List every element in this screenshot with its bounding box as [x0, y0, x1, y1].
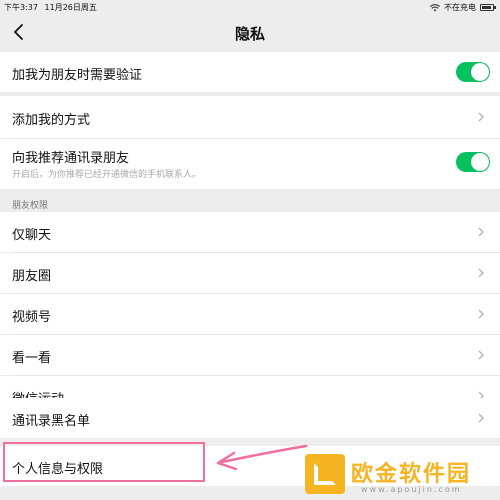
- chevron-right-icon: [478, 112, 484, 122]
- row-add-verify-label: 加我为朋友时需要验证: [12, 68, 143, 83]
- row-top-stories[interactable]: 看一看: [0, 335, 500, 375]
- row-add-verify[interactable]: 加我为朋友时需要验证: [0, 52, 500, 92]
- row-chat-only[interactable]: 仅聊天: [0, 212, 500, 252]
- chevron-right-icon: [478, 413, 484, 423]
- row-recommend-label: 向我推荐通讯录朋友: [12, 151, 130, 166]
- chevron-right-icon: [478, 309, 484, 319]
- row-blacklist-label: 通讯录黑名单: [12, 414, 91, 429]
- row-chat-only-label: 仅聊天: [12, 228, 52, 243]
- row-add-method[interactable]: 添加我的方式: [0, 96, 500, 138]
- watermark-logo-icon: [305, 454, 345, 494]
- page-title: 隐私: [234, 25, 265, 43]
- row-moments-label: 朋友圈: [12, 269, 52, 284]
- status-time: 下午3:37: [4, 3, 38, 12]
- row-blacklist[interactable]: 通讯录黑名单: [0, 398, 500, 438]
- section-header-friend-permissions: 朋友权限: [12, 201, 49, 211]
- row-add-method-label: 添加我的方式: [12, 113, 91, 128]
- nav-bar: 隐私: [0, 14, 500, 50]
- row-channels-label: 视频号: [12, 310, 52, 325]
- row-recommend-sub: 开启后，为你推荐已经开通微信的手机联系人。: [12, 170, 202, 180]
- row-recommend-contacts[interactable]: 向我推荐通讯录朋友 开启后，为你推荐已经开通微信的手机联系人。: [0, 139, 500, 189]
- chevron-right-icon: [478, 350, 484, 360]
- status-left: 下午3:37 11月26日周五: [4, 2, 97, 13]
- add-verify-toggle[interactable]: [456, 62, 490, 82]
- status-date: 11月26日周五: [44, 3, 97, 12]
- recommend-contacts-toggle[interactable]: [456, 152, 490, 172]
- status-right: 不在充电: [430, 2, 496, 13]
- battery-icon: [480, 4, 496, 11]
- row-moments[interactable]: 朋友圈: [0, 253, 500, 293]
- chevron-right-icon: [478, 268, 484, 278]
- row-channels[interactable]: 视频号: [0, 294, 500, 334]
- chevron-right-icon: [478, 227, 484, 237]
- status-bar: 下午3:37 11月26日周五 不在充电: [0, 0, 500, 14]
- charging-status: 不在充电: [444, 3, 476, 12]
- watermark: 欧金软件园 www.apoujin.com: [295, 450, 500, 500]
- row-top-stories-label: 看一看: [12, 351, 52, 366]
- wifi-icon: [430, 3, 440, 11]
- highlight-box: [3, 442, 205, 482]
- watermark-url: www.apoujin.com: [361, 485, 462, 494]
- watermark-text: 欧金软件园: [351, 462, 472, 487]
